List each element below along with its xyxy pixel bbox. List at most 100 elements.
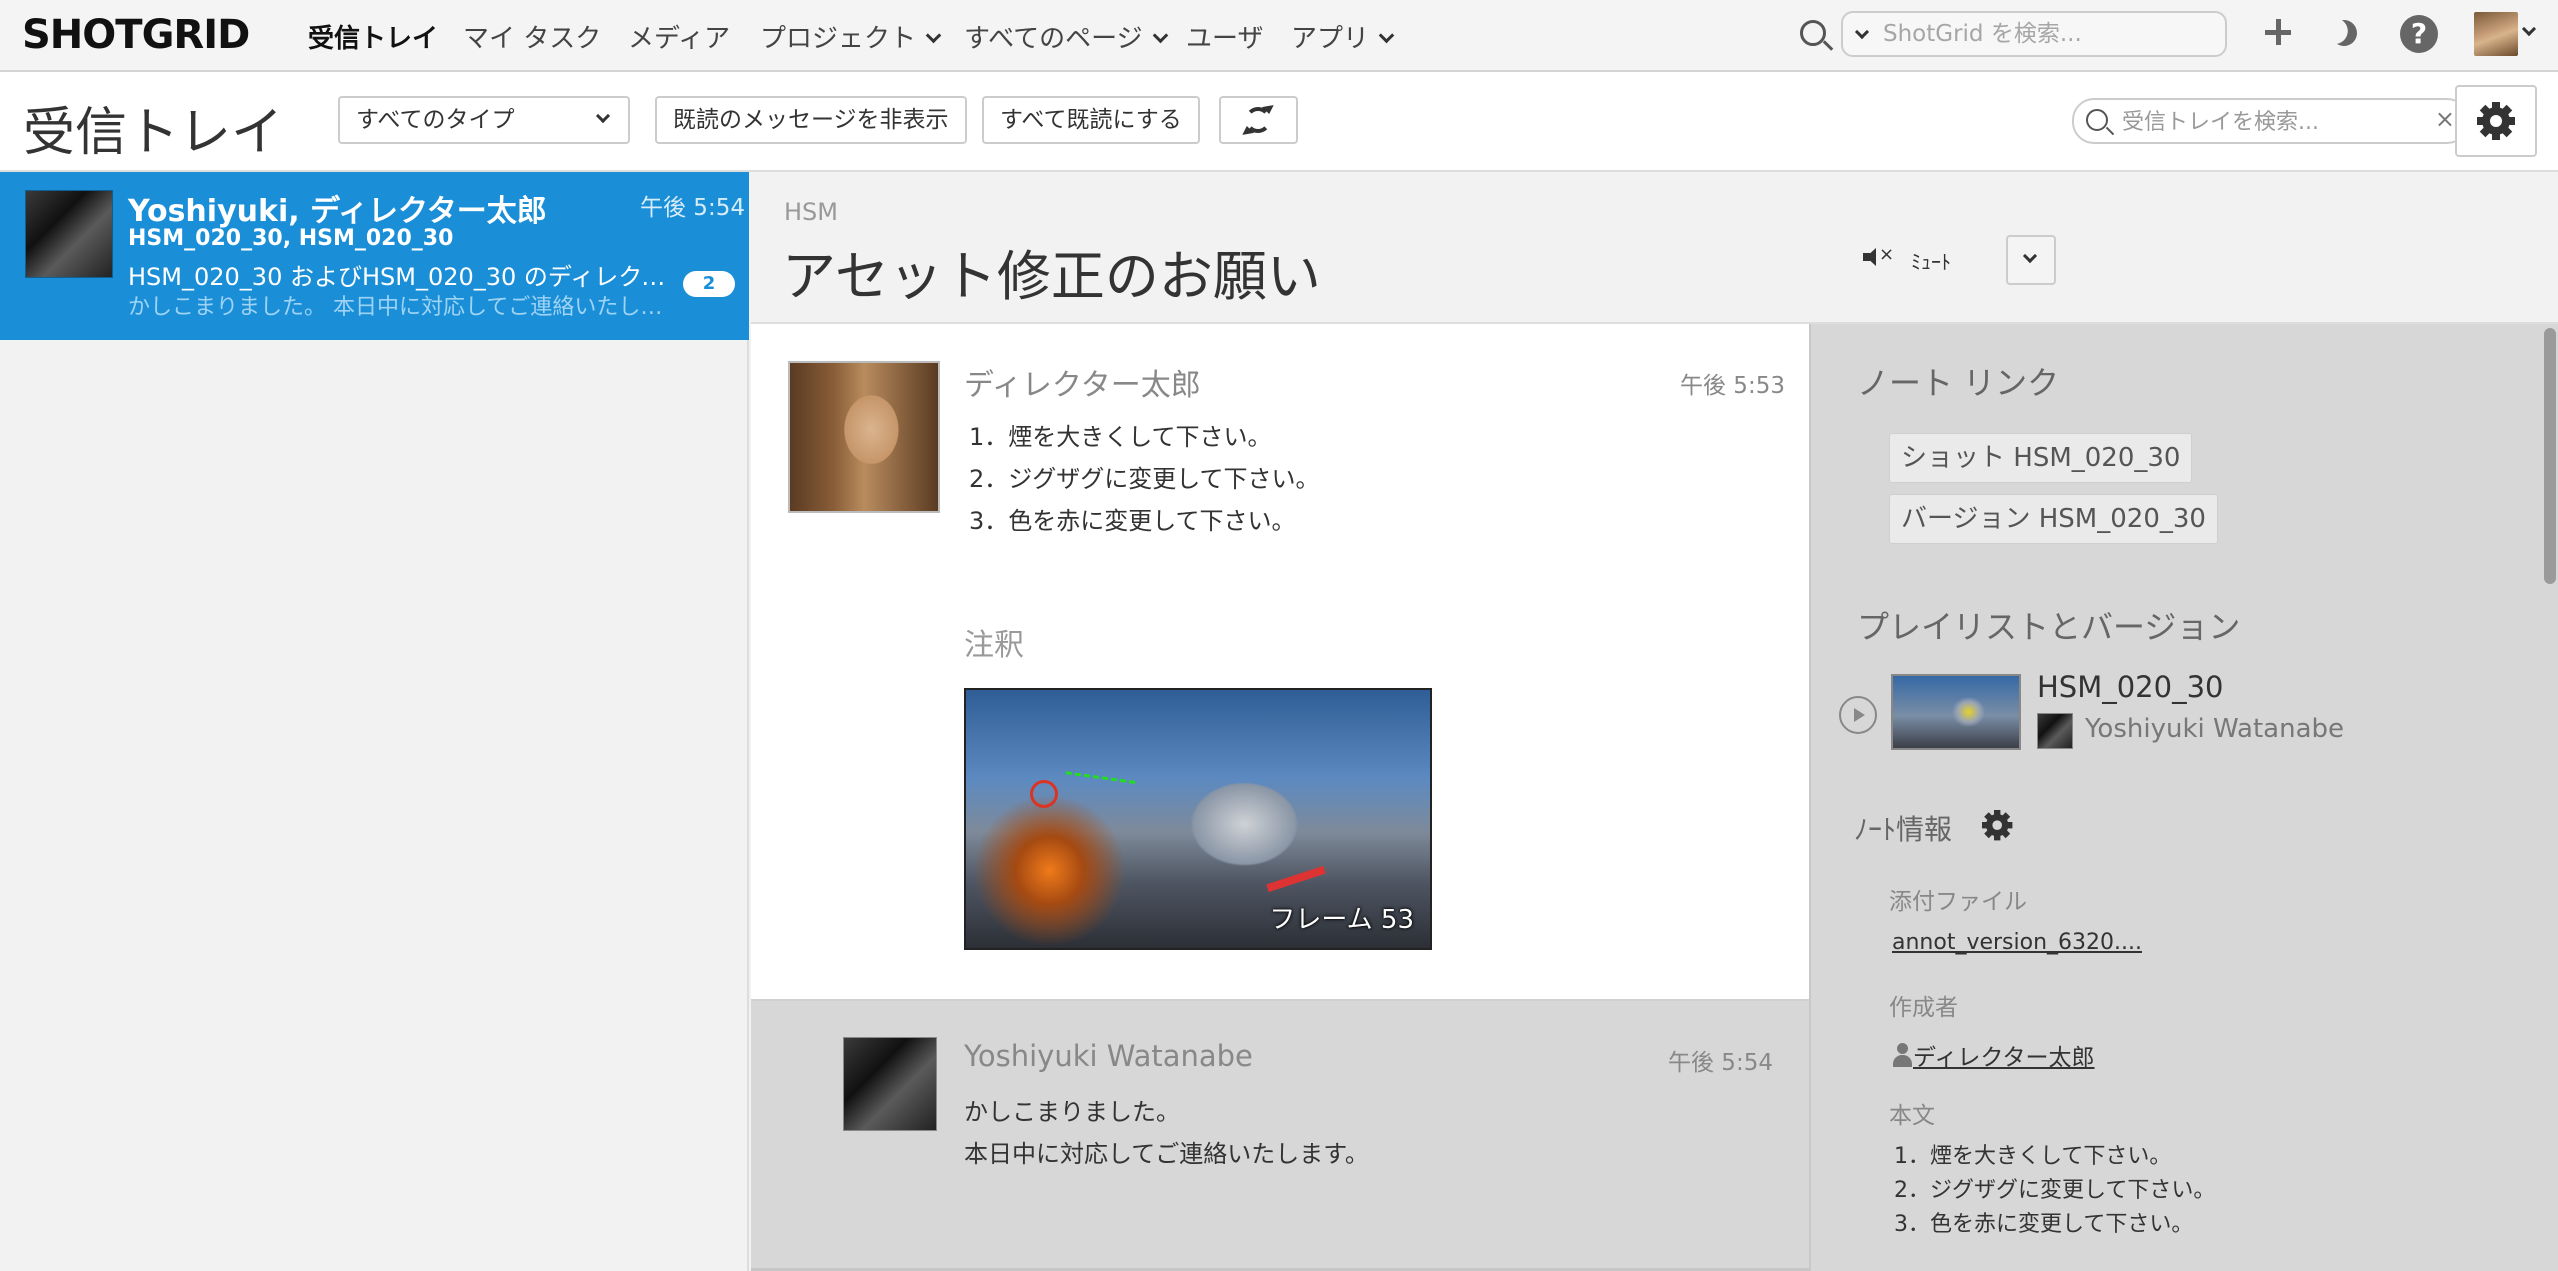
inbox-item-preview: かしこまりました。 本日中に対応してご連絡いたします。 [128,295,676,320]
body-line: 2．ジグザグに変更して下さい。 [1894,1178,2216,1203]
nav-users[interactable]: ユーザ [1186,18,1263,55]
search-icon[interactable] [1800,20,1826,46]
search-icon [2086,109,2108,131]
note-time: 午後 5:53 [1680,373,1785,399]
chevron-down-icon[interactable] [2521,21,2537,37]
frame-label: フレーム 53 [1269,905,1414,935]
note-links-heading: ノート リンク [1857,364,2060,402]
inbox-item[interactable]: Yoshiyuki, ディレクター太郎 午後 5:54 HSM_020_30, … [0,172,749,340]
type-filter-value: すべてのタイプ [356,107,515,133]
mute-label: ﾐｭｰﾄ [1911,250,1951,274]
clear-icon[interactable]: × [2435,105,2455,133]
body-label: 本文 [1889,1103,1935,1129]
note-message: ディレクター太郎 午後 5:53 1．煙を大きくして下さい。 2．ジグザグに変更… [751,324,1809,1001]
nav-apps-label: アプリ [1291,24,1370,54]
note-body: 1．煙を大きくして下さい。 2．ジグザグに変更して下さい。 3．色を赤に変更して… [969,416,1320,542]
nav-media[interactable]: メディア [628,18,730,55]
shot-link-chip[interactable]: ショット HSM_020_30 [1889,433,2193,483]
nav-my-tasks-label: マイ タスク [463,24,602,54]
settings-button[interactable] [2455,85,2537,157]
body-line: 1．煙を大きくして下さい。 [1894,1144,2172,1169]
mute-x-mark: × [1879,244,1895,265]
user-avatar[interactable] [2474,12,2518,56]
body-line: 3．色を赤に変更して下さい。 [1894,1212,2194,1237]
annotation-arrow-mark [1266,865,1326,893]
moon-icon[interactable] [2327,16,2360,49]
note-info-heading: ﾉｰﾄ情報 [1854,813,1953,846]
scrollbar[interactable] [2544,328,2556,584]
version-link-chip[interactable]: バージョン HSM_020_30 [1889,494,2218,544]
inbox-search[interactable]: × [2072,98,2469,144]
chevron-down-icon[interactable] [1854,24,1870,40]
note-title: アセット修正のお願い [782,245,1321,308]
chevron-down-icon [925,27,942,44]
nav-all-pages-label: すべてのページ [964,24,1143,54]
version-thumbnail[interactable] [1891,674,2021,750]
annotation-thumbnail[interactable]: フレーム 53 [964,688,1432,950]
avatar[interactable] [788,361,940,513]
note-author[interactable]: ディレクター太郎 [964,360,1201,404]
plus-icon[interactable] [2265,19,2291,45]
nav-projects[interactable]: プロジェクト [760,18,942,55]
attachment-label: 添付ファイル [1889,889,2027,915]
reply-body: かしこまりました。 本日中に対応してご連絡いたします。 [964,1091,1369,1175]
inbox-toolbar: 受信トレイ すべてのタイプ 既読のメッセージを非表示 すべて既読にする × [0,72,2558,172]
project-label[interactable]: HSM [784,198,838,226]
nav-all-pages[interactable]: すべてのページ [964,18,1168,55]
mark-all-read-button[interactable]: すべて既読にする [982,96,1200,144]
refresh-icon [1245,107,1271,133]
inbox-list: Yoshiyuki, ディレクター太郎 午後 5:54 HSM_020_30, … [0,172,749,1271]
person-icon [1892,1043,1912,1067]
reply-line: かしこまりました。 [964,1098,1180,1126]
version-name[interactable]: HSM_020_30 [2037,670,2224,704]
chevron-down-icon [2022,248,2038,264]
author-link[interactable]: ディレクター太郎 [1913,1038,2094,1072]
annotation-zigzag-mark [1062,771,1136,805]
inbox-item-sender: Yoshiyuki, ディレクター太郎 [128,194,547,229]
help-icon[interactable]: ? [2400,15,2438,53]
note-line: 2．ジグザグに変更して下さい。 [969,465,1320,493]
annotation-circle-mark [1030,780,1058,808]
playlists-heading: プレイリストとバージョン [1857,608,2241,646]
global-search[interactable] [1841,11,2227,57]
avatar [2037,713,2073,749]
annotation-heading: 注釈 [964,628,1024,663]
nav-apps[interactable]: アプリ [1291,18,1395,55]
nav-inbox[interactable]: 受信トレイ [308,18,438,55]
page-title: 受信トレイ [23,103,284,163]
refresh-button[interactable] [1219,96,1298,144]
global-search-input[interactable] [1883,19,2213,49]
note-actions-dropdown[interactable] [2006,235,2056,285]
gear-icon [2469,94,2523,148]
note-body-copy: 1．煙を大きくして下さい。 2．ジグザグに変更して下さい。 3．色を赤に変更して… [1894,1140,2215,1242]
gear-icon[interactable] [1975,803,2019,847]
chevron-down-icon [1152,27,1168,44]
attachment-link[interactable]: annot_version_6320.... [1892,930,2142,955]
reply-count-badge: 2 [683,271,735,297]
avatar [25,190,113,278]
chevron-down-icon [595,108,611,124]
reply-line: 本日中に対応してご連絡いたします。 [964,1140,1369,1168]
note-detail-header: HSM アセット修正のお願い × ﾐｭｰﾄ [751,172,2558,324]
nav-users-label: ユーザ [1186,24,1264,54]
play-icon[interactable] [1839,696,1877,734]
chevron-down-icon [1378,27,1395,44]
shotgrid-logo[interactable]: SHOTGRID [22,12,250,58]
hide-read-button[interactable]: 既読のメッセージを非表示 [655,96,967,144]
nav-inbox-label: 受信トレイ [308,24,439,54]
inbox-search-input[interactable] [2122,107,2412,137]
nav-projects-label: プロジェクト [760,24,917,54]
reply-author[interactable]: Yoshiyuki Watanabe [964,1039,1253,1073]
nav-my-tasks[interactable]: マイ タスク [463,18,601,55]
version-user: Yoshiyuki Watanabe [2085,714,2345,744]
nav-media-label: メディア [628,24,731,54]
author-label: 作成者 [1889,995,1958,1021]
inbox-item-entity: HSM_020_30, HSM_020_30 [128,226,454,251]
type-filter-select[interactable]: すべてのタイプ [338,96,630,144]
inbox-item-time: 午後 5:54 [640,195,745,221]
avatar[interactable] [843,1037,937,1131]
top-nav: SHOTGRID 受信トレイ マイ タスク メディア プロジェクト すべてのペー… [0,0,2558,72]
reply-time: 午後 5:54 [1668,1050,1773,1076]
inbox-item-subject: HSM_020_30 およびHSM_020_30 のディレクター太郎によるノート [128,263,676,291]
speaker-mute-icon [1863,248,1876,266]
